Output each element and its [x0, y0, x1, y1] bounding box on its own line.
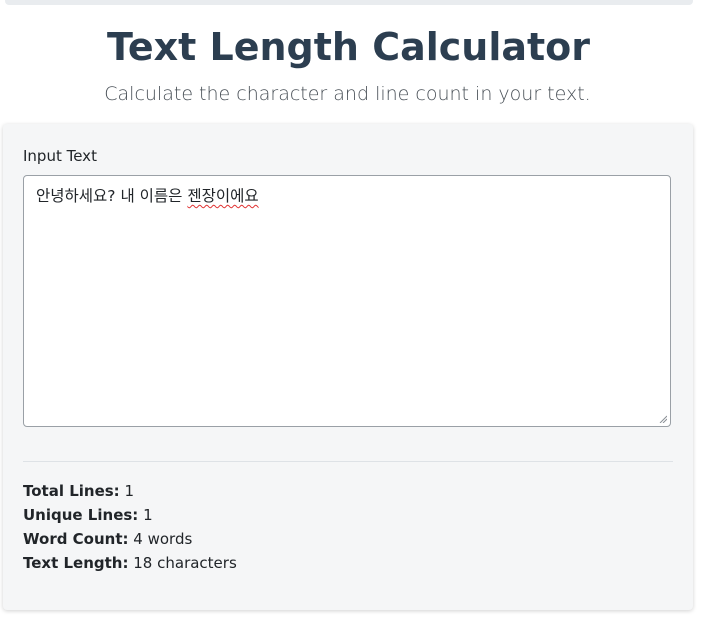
- spellcheck-flagged-word: 젠장이에요: [187, 187, 259, 205]
- stat-unique-lines-value: 1: [143, 506, 153, 524]
- stat-text-length-label: Text Length:: [23, 554, 129, 572]
- stat-text-length: Text Length: 18 characters: [23, 551, 237, 575]
- stat-word-count-value: 4 words: [133, 530, 193, 548]
- stat-total-lines-value: 1: [124, 482, 135, 500]
- input-text-area[interactable]: 안녕하세요? 내 이름은 젠장이에요: [23, 175, 671, 427]
- resize-handle-icon[interactable]: [659, 415, 667, 423]
- page-title: Text Length Calculator: [106, 25, 591, 69]
- input-text-value: 안녕하세요? 내 이름은: [36, 187, 188, 205]
- stat-word-count: Word Count: 4 words: [23, 527, 237, 551]
- stat-total-lines-label: Total Lines:: [23, 482, 120, 500]
- top-strip: [5, 0, 693, 5]
- page-subtitle: Calculate the character and line count i…: [104, 83, 591, 105]
- stat-word-count-label: Word Count:: [23, 530, 129, 548]
- stat-text-length-value: 18 characters: [133, 554, 237, 572]
- calculator-card: Input Text 안녕하세요? 내 이름은 젠장이에요 Total Line…: [3, 124, 693, 610]
- stat-unique-lines-label: Unique Lines:: [23, 506, 139, 524]
- input-text-label: Input Text: [23, 147, 97, 165]
- divider: [23, 461, 673, 462]
- stat-total-lines: Total Lines: 1: [23, 479, 237, 503]
- stats-panel: Total Lines: 1 Unique Lines: 1 Word Coun…: [23, 479, 237, 575]
- stat-unique-lines: Unique Lines: 1: [23, 503, 237, 527]
